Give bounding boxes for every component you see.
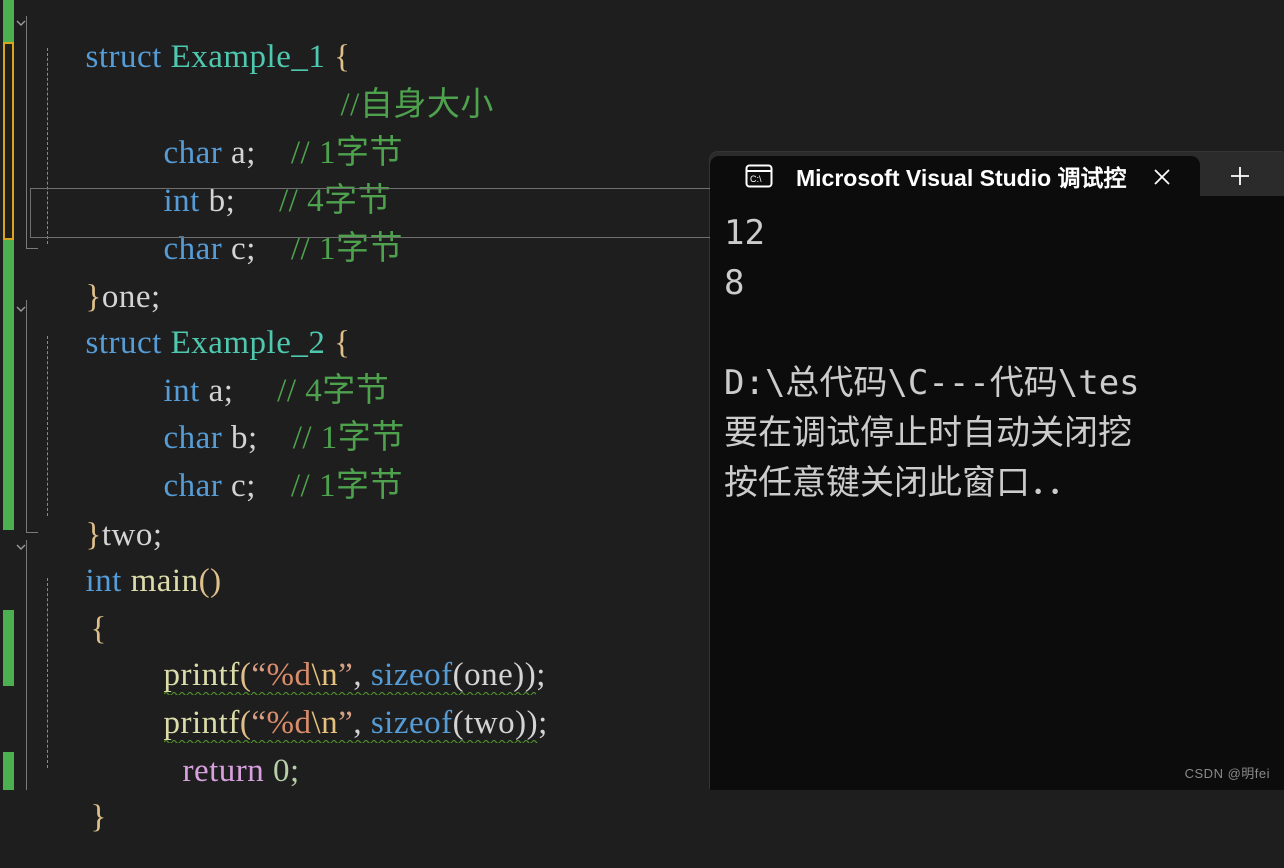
console-window[interactable]: C:\ Microsoft Visual Studio 调试控 12 8 D:\… [710, 152, 1284, 790]
token-arg-two: (two)) [452, 705, 539, 741]
token-number-zero: 0; [273, 753, 300, 789]
close-icon[interactable] [1150, 165, 1174, 189]
token-semicolon: ; [538, 705, 548, 741]
code-line[interactable]: { [38, 580, 107, 679]
token-brace-close: } [90, 799, 107, 835]
token-comma: , [353, 705, 371, 741]
token-keyword-char: char [163, 231, 223, 267]
svg-text:C:\: C:\ [750, 174, 762, 184]
code-line[interactable]: } [38, 768, 107, 867]
token-keyword-struct: struct [85, 39, 162, 75]
console-titlebar[interactable]: C:\ Microsoft Visual Studio 调试控 [710, 152, 1284, 196]
csdn-watermark: CSDN @明fei [1184, 766, 1270, 781]
console-output-blank-line [724, 308, 1284, 358]
token-keyword-sizeof: sizeof [370, 705, 453, 741]
token-brace-open: { [90, 611, 107, 647]
token-escape-newline: \n [311, 705, 339, 741]
new-tab-icon[interactable] [1226, 162, 1254, 190]
console-tab-title: Microsoft Visual Studio 调试控 [796, 165, 1127, 191]
console-output-line: 要在调试停止时自动关闭挖 [724, 413, 1132, 453]
token-parens: () [198, 563, 222, 599]
console-tab[interactable]: C:\ Microsoft Visual Studio 调试控 [710, 156, 1200, 196]
console-output-line: D:\总代码\C---代码\tes [724, 363, 1140, 403]
token-keyword-return: return [182, 753, 265, 789]
console-output-line: 8 [724, 263, 745, 303]
token-var-c: c; [231, 468, 256, 504]
console-output-area[interactable]: 12 8 D:\总代码\C---代码\tes 要在调试停止时自动关闭挖 按任意键… [710, 196, 1284, 790]
console-output-line: 12 [724, 213, 765, 253]
token-var-c: c; [231, 231, 256, 267]
console-cmd-icon: C:\ [744, 163, 774, 189]
console-output-line: 按任意键关闭此窗口．． [724, 463, 1081, 503]
token-comment-1byte: // 1字节 [290, 231, 403, 267]
token-string-quote-close: ” [338, 705, 354, 741]
token-comment-1byte: // 1字节 [290, 468, 403, 504]
token-keyword-char: char [163, 468, 223, 504]
code-line[interactable]: return 0; [130, 722, 300, 821]
token-function-main: main [130, 563, 199, 599]
